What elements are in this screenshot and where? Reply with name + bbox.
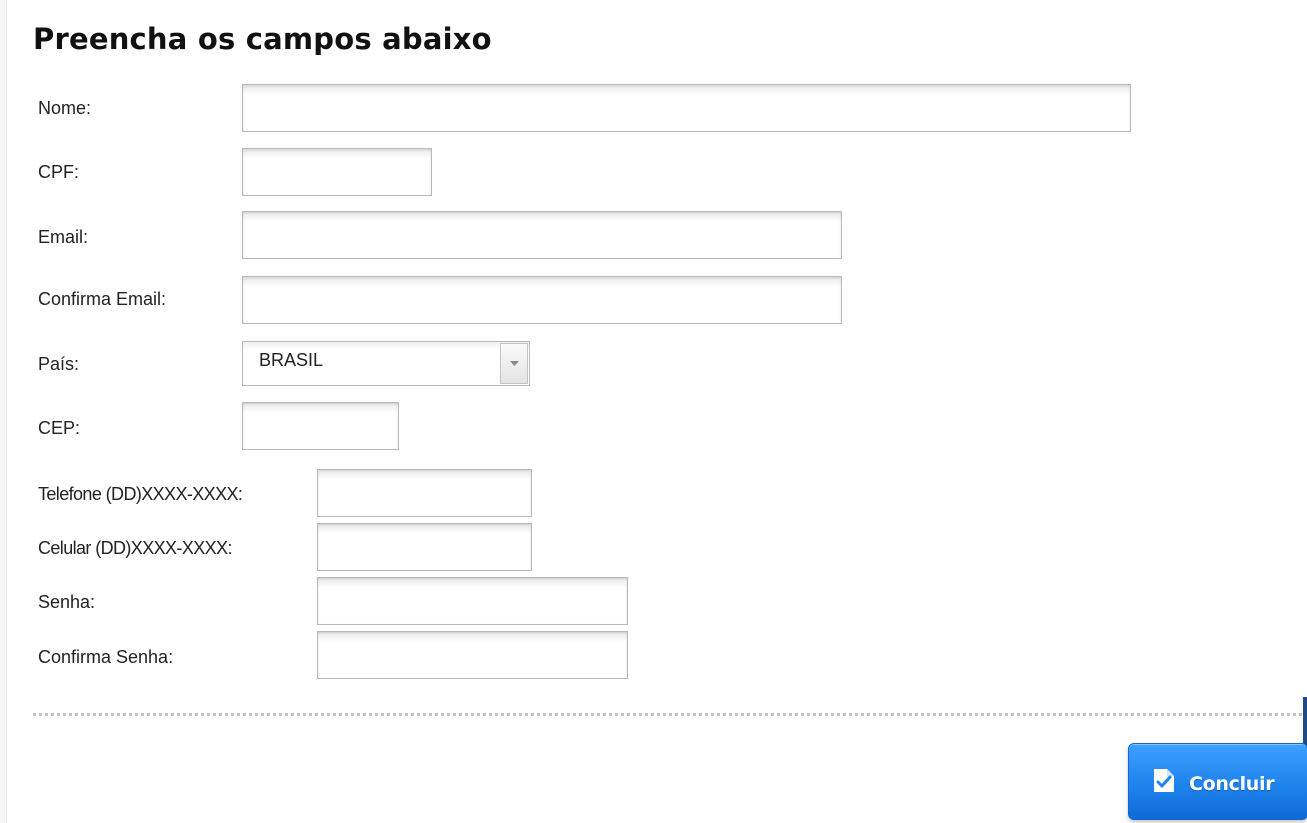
pais-select[interactable]: BRASIL	[242, 341, 530, 386]
celular-label: Celular (DD)XXXX-XXXX:	[38, 538, 232, 558]
telefone-label: Telefone (DD)XXXX-XXXX:	[38, 484, 243, 504]
chevron-down-icon	[510, 361, 519, 366]
celular-input[interactable]	[317, 523, 532, 571]
confirma-email-label: Confirma Email:	[38, 289, 167, 309]
side-accent-mark	[1303, 697, 1307, 747]
cpf-label: CPF:	[38, 162, 80, 182]
page-title: Preencha os campos abaixo	[33, 22, 492, 56]
concluir-button[interactable]: Concluir	[1128, 743, 1307, 820]
cep-label: CEP:	[38, 418, 81, 438]
cpf-input[interactable]	[242, 148, 432, 196]
cep-input[interactable]	[242, 402, 399, 450]
dotted-divider	[33, 713, 1307, 716]
confirma-senha-label: Confirma Senha:	[38, 647, 174, 667]
senha-input[interactable]	[317, 577, 628, 625]
email-input[interactable]	[242, 211, 842, 259]
nome-input[interactable]	[242, 84, 1131, 132]
confirma-senha-input[interactable]	[317, 631, 628, 679]
registration-form: Preencha os campos abaixo Nome: CPF: Ema…	[6, 0, 1307, 823]
pais-selected-value: BRASIL	[259, 350, 324, 370]
nome-label: Nome:	[38, 98, 92, 118]
confirma-email-input[interactable]	[242, 276, 842, 324]
concluir-button-label: Concluir	[1189, 773, 1275, 795]
senha-label: Senha:	[38, 592, 96, 612]
telefone-input[interactable]	[317, 469, 532, 517]
pais-label: País:	[38, 354, 80, 374]
document-check-icon	[1152, 768, 1178, 799]
email-label: Email:	[38, 227, 89, 247]
dropdown-arrow-button[interactable]	[500, 343, 528, 384]
